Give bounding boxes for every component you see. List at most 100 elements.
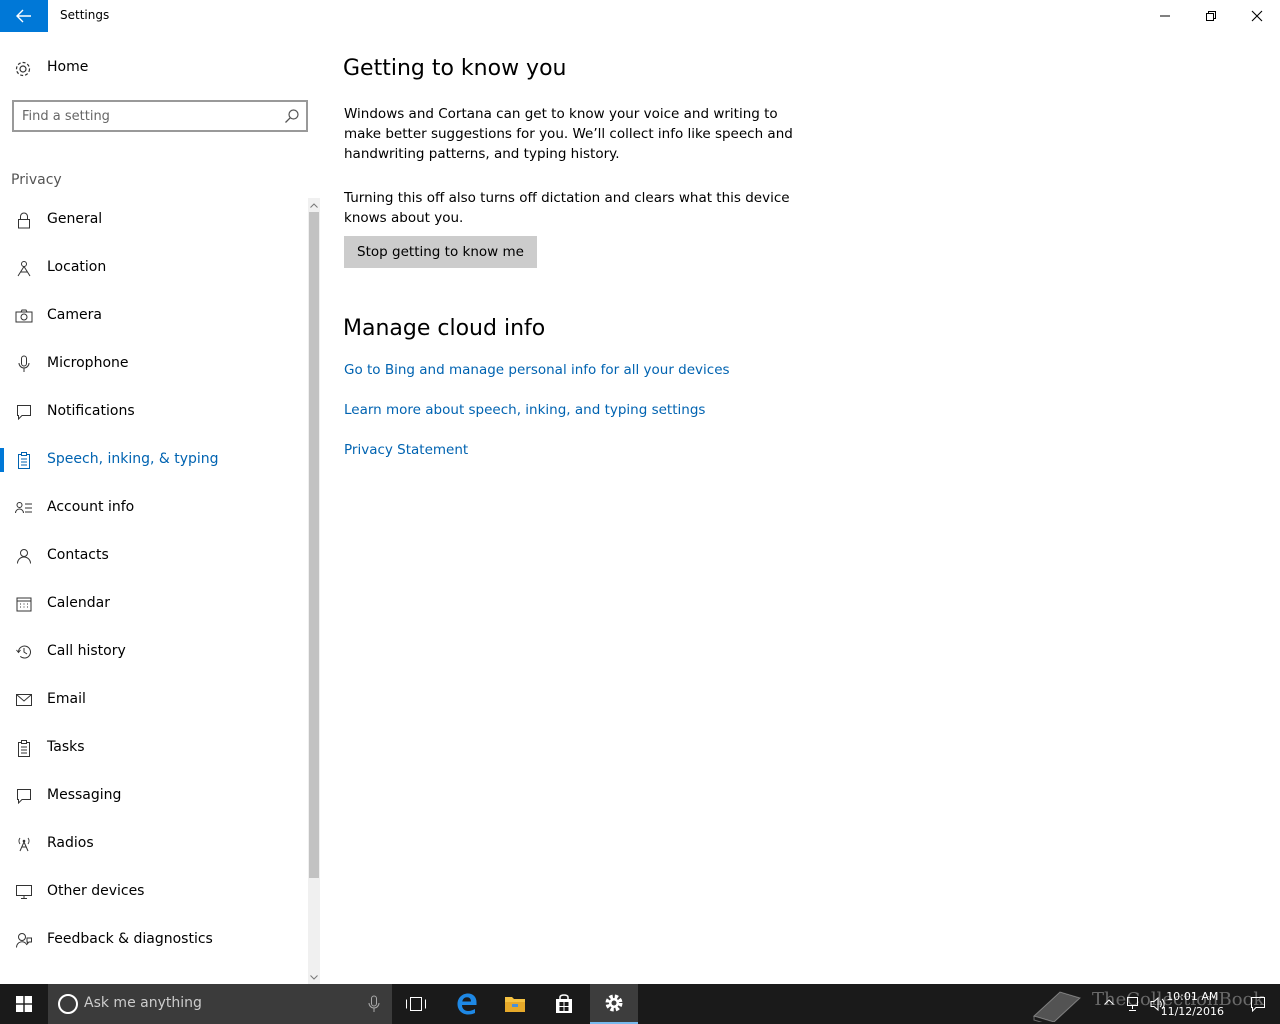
history-icon <box>15 643 33 661</box>
minimize-icon <box>1160 15 1170 17</box>
sidebar-item-label: Email <box>47 691 86 707</box>
restore-icon <box>1206 11 1216 21</box>
settings-taskbar-button[interactable] <box>590 984 638 1024</box>
start-button[interactable] <box>0 984 48 1024</box>
radio-tower-icon <box>15 835 33 853</box>
lock-icon <box>15 211 33 229</box>
settings-search-input[interactable] <box>22 107 272 125</box>
sidebar-item-notifications[interactable]: Notifications <box>0 388 306 436</box>
sidebar-item-label: Tasks <box>47 739 85 755</box>
privacy-statement-link[interactable]: Privacy Statement <box>344 442 468 458</box>
store-bag-icon <box>556 994 572 1013</box>
sidebar-item-camera[interactable]: Camera <box>0 292 306 340</box>
bing-personal-info-link[interactable]: Go to Bing and manage personal info for … <box>344 362 730 378</box>
task-view-icon <box>406 997 426 1011</box>
sidebar-item-label: General <box>47 211 103 227</box>
sidebar-item-account-info[interactable]: Account info <box>0 484 306 532</box>
task-view-button[interactable] <box>392 984 440 1024</box>
clipboard-icon <box>15 451 33 469</box>
close-button[interactable] <box>1234 0 1280 32</box>
sidebar-item-feedback-diagnostics[interactable]: Feedback & diagnostics <box>0 916 306 964</box>
minimize-button[interactable] <box>1142 0 1188 32</box>
home-label: Home <box>47 59 89 75</box>
sidebar-item-email[interactable]: Email <box>0 676 306 724</box>
sidebar-item-call-history[interactable]: Call history <box>0 628 306 676</box>
sidebar-item-location[interactable]: Location <box>0 244 306 292</box>
system-tray: 10:01 AM 11/12/2016 <box>1090 984 1280 1024</box>
sidebar-item-calendar[interactable]: Calendar <box>0 580 306 628</box>
chevron-up-icon <box>310 202 318 208</box>
location-icon <box>15 259 33 277</box>
file-explorer-button[interactable] <box>491 984 539 1024</box>
messaging-icon <box>15 787 33 805</box>
edge-icon <box>457 993 477 1015</box>
search-icon[interactable] <box>284 108 300 124</box>
back-button[interactable] <box>0 0 48 32</box>
sidebar-item-label: Microphone <box>47 355 129 371</box>
scroll-up-arrow[interactable] <box>308 198 320 212</box>
selection-indicator <box>0 448 4 472</box>
stop-getting-to-know-me-button[interactable]: Stop getting to know me <box>344 236 537 268</box>
sidebar-item-speech-inking-typing[interactable]: Speech, inking, & typing <box>0 436 306 484</box>
taskbar: Ask me anything 10:01 AM 11/12/2016 <box>0 984 1280 1024</box>
sidebar-item-label: Messaging <box>47 787 122 803</box>
network-icon[interactable] <box>1126 996 1142 1012</box>
account-info-icon <box>15 499 33 517</box>
chevron-down-icon <box>310 974 318 980</box>
sidebar-item-label: Call history <box>47 643 126 659</box>
cortana-placeholder: Ask me anything <box>84 995 202 1011</box>
contacts-icon <box>15 547 33 565</box>
getting-to-know-you-heading: Getting to know you <box>343 56 567 81</box>
sidebar-item-other-devices[interactable]: Other devices <box>0 868 306 916</box>
restore-button[interactable] <box>1188 0 1234 32</box>
settings-search-box[interactable] <box>12 100 308 132</box>
sidebar-item-label: Contacts <box>47 547 109 563</box>
cortana-search-box[interactable]: Ask me anything <box>48 984 392 1024</box>
sidebar-item-label: Account info <box>47 499 135 515</box>
sidebar-item-label: Camera <box>47 307 102 323</box>
home-nav-item[interactable]: Home <box>0 52 310 86</box>
sidebar-item-label: Speech, inking, & typing <box>47 451 219 467</box>
sidebar-item-label: Calendar <box>47 595 110 611</box>
sidebar: Home Privacy General Location Camera Mic… <box>0 32 320 984</box>
title-bar: Settings <box>0 0 1280 32</box>
turning-off-description: Turning this off also turns off dictatio… <box>344 190 790 226</box>
privacy-nav-list: General Location Camera Microphone Notif… <box>0 196 306 964</box>
sidebar-item-contacts[interactable]: Contacts <box>0 532 306 580</box>
learn-more-speech-link[interactable]: Learn more about speech, inking, and typ… <box>344 402 705 418</box>
cortana-icon <box>58 994 78 1014</box>
store-button[interactable] <box>540 984 588 1024</box>
clock-date: 11/12/2016 <box>1160 1005 1224 1018</box>
sidebar-scrollbar[interactable] <box>308 198 320 984</box>
sidebar-item-radios[interactable]: Radios <box>0 820 306 868</box>
privacy-group-label: Privacy <box>11 172 62 188</box>
sidebar-item-label: Location <box>47 259 107 275</box>
main-content: Getting to know you Windows and Cortana … <box>320 32 1280 984</box>
sidebar-item-tasks[interactable]: Tasks <box>0 724 306 772</box>
window-title: Settings <box>60 8 110 22</box>
sidebar-item-label: Radios <box>47 835 94 851</box>
chevron-up-icon[interactable] <box>1104 999 1114 1005</box>
tasks-icon <box>15 739 33 757</box>
getting-to-know-you-description: Windows and Cortana can get to know your… <box>344 106 793 162</box>
devices-icon <box>15 883 33 901</box>
calendar-icon <box>15 595 33 613</box>
feedback-icon <box>15 931 33 949</box>
microphone-icon[interactable] <box>368 995 380 1013</box>
back-arrow-icon <box>16 9 31 23</box>
manage-cloud-info-heading: Manage cloud info <box>343 316 546 341</box>
camera-icon <box>15 307 33 325</box>
scroll-down-arrow[interactable] <box>308 970 320 984</box>
sidebar-item-label: Other devices <box>47 883 145 899</box>
sidebar-item-messaging[interactable]: Messaging <box>0 772 306 820</box>
sidebar-item-general[interactable]: General <box>0 196 306 244</box>
gear-icon <box>605 994 623 1012</box>
system-clock[interactable]: 10:01 AM 11/12/2016 <box>1161 989 1224 1019</box>
action-center-icon[interactable] <box>1250 996 1266 1012</box>
sidebar-item-microphone[interactable]: Microphone <box>0 340 306 388</box>
close-icon <box>1251 10 1263 22</box>
notification-icon <box>15 403 33 421</box>
edge-browser-button[interactable] <box>443 984 491 1024</box>
scroll-thumb[interactable] <box>309 212 319 878</box>
email-icon <box>15 691 33 709</box>
